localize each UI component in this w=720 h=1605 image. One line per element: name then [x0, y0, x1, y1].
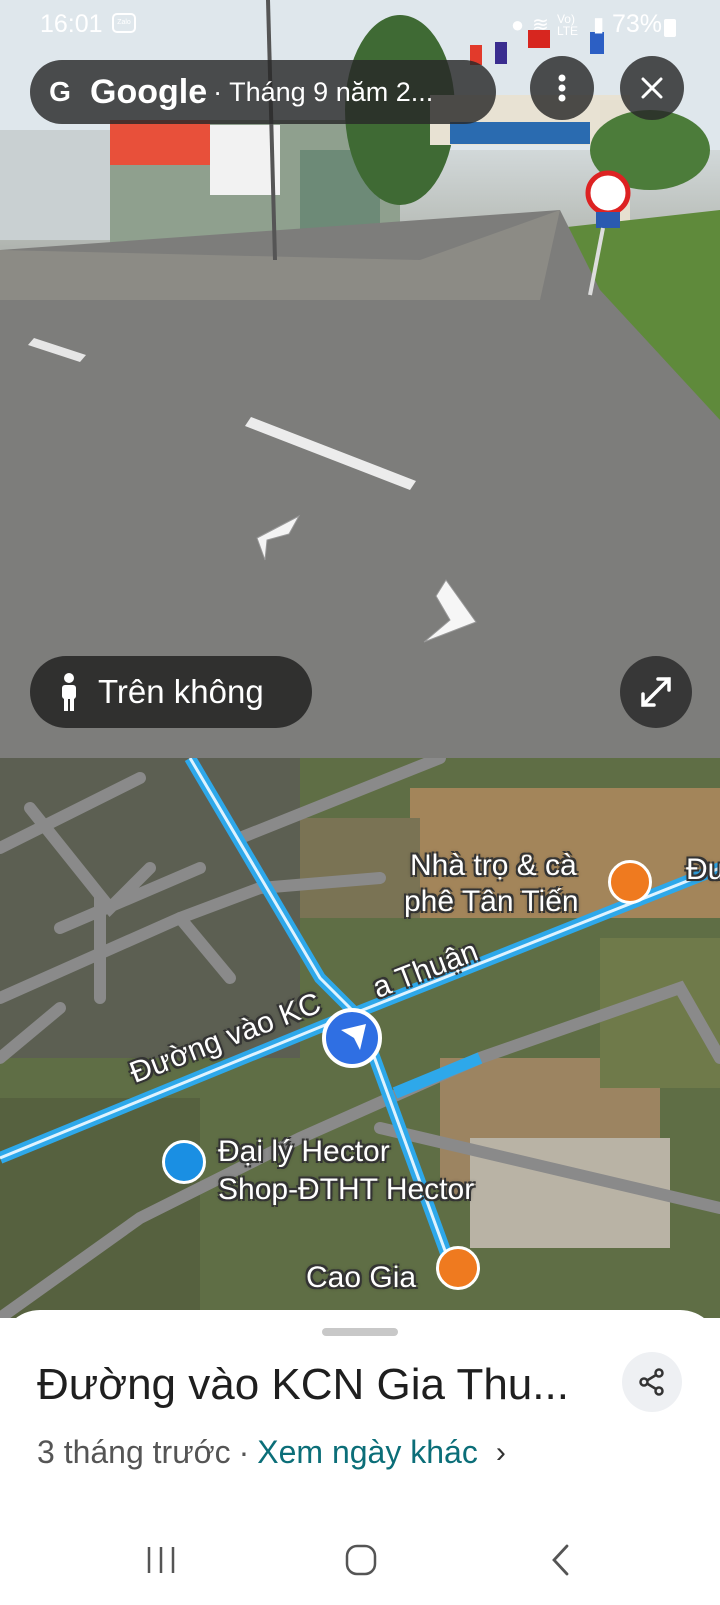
brand-name: Google: [90, 72, 208, 111]
battery-icon: [664, 19, 676, 37]
capture-meta: 3 tháng trước · Xem ngày khác ›: [37, 1434, 506, 1471]
close-button[interactable]: [620, 56, 684, 120]
wifi-icon: ≋: [532, 14, 549, 36]
back-icon: [552, 1544, 569, 1576]
google-g-icon: G: [49, 76, 71, 107]
bottom-sheet[interactable]: Đường vào KCN Gia Thu... 3 tháng trước ·…: [0, 1310, 720, 1605]
status-bar: 16:01 Zalo ● ≋ Vo) LTE ▮ 73%: [0, 0, 720, 48]
location-icon: ●: [510, 11, 525, 37]
status-time: 16:01: [40, 10, 103, 38]
nav-arrow-left[interactable]: [253, 512, 303, 562]
shop-pin-icon[interactable]: [162, 1140, 206, 1184]
signal-icon: ▮: [592, 14, 604, 36]
meta-separator: ·: [238, 1434, 250, 1470]
navigation-arrow-icon: [341, 1024, 366, 1050]
time-ago: 3 tháng trước: [37, 1434, 231, 1470]
status-icons: ● ≋ Vo) LTE ▮ 73%: [511, 10, 662, 39]
back-button[interactable]: [536, 1538, 586, 1582]
pegman-icon: [62, 673, 76, 711]
system-navigation-bar: [0, 1520, 720, 1605]
expand-button[interactable]: [620, 656, 692, 728]
map-label-cao-gia: Cao Gia: [306, 1261, 417, 1294]
cafe-pin-icon[interactable]: [608, 860, 652, 904]
share-button[interactable]: [622, 1352, 682, 1412]
map-label-hector-line2: Shop-ĐTHT Hector: [218, 1173, 475, 1206]
signal-text: Vo) LTE: [556, 11, 579, 38]
cafe-pin-icon-2[interactable]: [436, 1246, 480, 1290]
battery-text: 73%: [611, 10, 662, 38]
chevron-right-icon[interactable]: ›: [496, 1436, 506, 1470]
home-icon: [345, 1544, 377, 1576]
street-view-panel[interactable]: 16:01 Zalo ● ≋ Vo) LTE ▮ 73% G Google · …: [0, 0, 720, 758]
recent-apps-button[interactable]: [136, 1538, 186, 1582]
map-label-road-edge: Đư: [686, 853, 720, 886]
drag-handle[interactable]: [322, 1328, 398, 1336]
expand-icon: [641, 677, 671, 707]
current-location-icon: [322, 1008, 382, 1068]
street-view-title-pill: G Google · Tháng 9 năm 2...: [30, 60, 496, 124]
place-title: Đường vào KCN Gia Thu...: [37, 1360, 569, 1409]
map-label-nha-tro-line1: Nhà trọ & cà: [410, 849, 577, 882]
home-button[interactable]: [336, 1538, 386, 1582]
map-label-nha-tro-line2: phê Tân Tiến: [404, 885, 579, 918]
capture-date: · Tháng 9 năm 2...: [213, 76, 434, 107]
more-options-button[interactable]: [530, 56, 594, 120]
more-vert-icon: [558, 74, 566, 102]
aerial-view-label: Trên không: [98, 673, 264, 710]
recent-apps-icon: [147, 1547, 175, 1573]
close-icon: [641, 77, 663, 99]
other-dates-link[interactable]: Xem ngày khác: [257, 1434, 478, 1471]
share-icon: [639, 1368, 664, 1396]
map-label-hector-line1: Đại lý Hector: [218, 1135, 390, 1168]
aerial-view-button[interactable]: Trên không: [30, 656, 312, 728]
zalo-notification-icon: Zalo: [112, 13, 136, 33]
nav-arrow-right[interactable]: [416, 576, 480, 646]
